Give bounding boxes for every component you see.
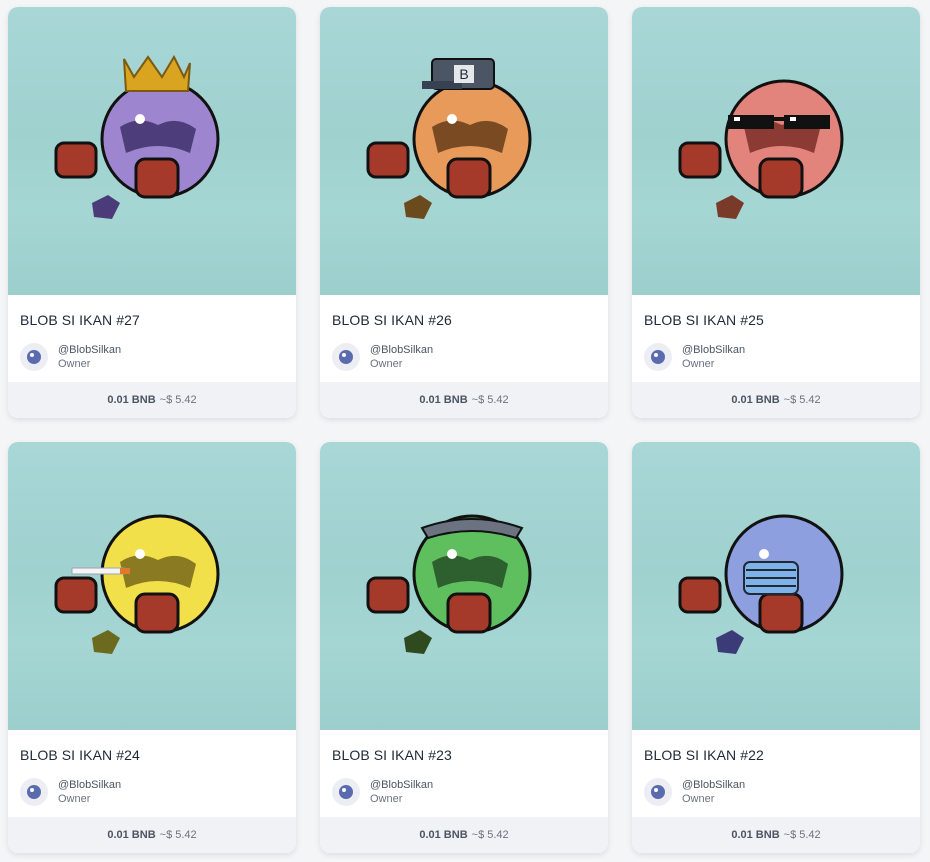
price-fiat: ~$ 5.42 — [471, 394, 509, 406]
owner-handle[interactable]: @BlobSilkan — [58, 778, 121, 792]
owner-row[interactable]: @BlobSilkan Owner — [332, 343, 596, 371]
nft-card[interactable]: BLOB SI IKAN #22 @BlobSilkan Owner 0.01 … — [632, 442, 920, 853]
blob-avatar-icon — [339, 350, 353, 364]
owner-role: Owner — [682, 358, 715, 370]
avatar[interactable] — [332, 343, 360, 371]
blob-avatar-icon — [27, 785, 41, 799]
owner-handle[interactable]: @BlobSilkan — [682, 778, 745, 792]
price-bar: 0.01 BNB ~$ 5.42 — [632, 817, 920, 853]
price-fiat: ~$ 5.42 — [783, 394, 821, 406]
owner-handle[interactable]: @BlobSilkan — [58, 343, 121, 357]
blob-art — [54, 54, 220, 219]
nft-card[interactable]: BLOB SI IKAN #24 @BlobSilkan Owner 0.01 … — [8, 442, 296, 853]
price-bnb: 0.01 BNB — [731, 394, 780, 406]
owner-row[interactable]: @BlobSilkan Owner — [644, 778, 908, 806]
price-bnb: 0.01 BNB — [419, 829, 468, 841]
avatar[interactable] — [20, 343, 48, 371]
price-bar: 0.01 BNB ~$ 5.42 — [8, 817, 296, 853]
price-bar: 0.01 BNB ~$ 5.42 — [632, 382, 920, 418]
nft-title[interactable]: BLOB SI IKAN #22 — [644, 746, 908, 764]
owner-role: Owner — [58, 793, 91, 805]
nft-title[interactable]: BLOB SI IKAN #23 — [332, 746, 596, 764]
avatar[interactable] — [20, 778, 48, 806]
blob-art — [54, 514, 220, 654]
price-bnb: 0.01 BNB — [107, 829, 156, 841]
owner-row[interactable]: @BlobSilkan Owner — [20, 343, 284, 371]
blob-art — [678, 514, 844, 654]
avatar[interactable] — [332, 778, 360, 806]
price-fiat: ~$ 5.42 — [783, 829, 821, 841]
blob-art: B — [366, 58, 532, 219]
owner-row[interactable]: @BlobSilkan Owner — [332, 778, 596, 806]
nft-image[interactable]: B — [320, 7, 608, 295]
owner-handle[interactable]: @BlobSilkan — [370, 343, 433, 357]
owner-handle[interactable]: @BlobSilkan — [682, 343, 745, 357]
price-bar: 0.01 BNB ~$ 5.42 — [8, 382, 296, 418]
avatar[interactable] — [644, 778, 672, 806]
owner-handle[interactable]: @BlobSilkan — [370, 778, 433, 792]
owner-role: Owner — [682, 793, 715, 805]
nft-image[interactable] — [320, 442, 608, 730]
owner-role: Owner — [370, 358, 403, 370]
nft-title[interactable]: BLOB SI IKAN #24 — [20, 746, 284, 764]
nft-title[interactable]: BLOB SI IKAN #25 — [644, 311, 908, 329]
nft-image[interactable] — [632, 442, 920, 730]
price-bnb: 0.01 BNB — [419, 394, 468, 406]
blob-avatar-icon — [651, 350, 665, 364]
owner-row[interactable]: @BlobSilkan Owner — [644, 343, 908, 371]
nft-card[interactable]: BLOB SI IKAN #25 @BlobSilkan Owner 0.01 … — [632, 7, 920, 418]
nft-card[interactable]: BLOB SI IKAN #23 @BlobSilkan Owner 0.01 … — [320, 442, 608, 853]
blob-avatar-icon — [339, 785, 353, 799]
price-fiat: ~$ 5.42 — [159, 394, 197, 406]
svg-text:B: B — [459, 66, 468, 82]
price-bnb: 0.01 BNB — [731, 829, 780, 841]
nft-title[interactable]: BLOB SI IKAN #26 — [332, 311, 596, 329]
price-fiat: ~$ 5.42 — [159, 829, 197, 841]
price-fiat: ~$ 5.42 — [471, 829, 509, 841]
nft-image[interactable] — [8, 442, 296, 730]
price-bar: 0.01 BNB ~$ 5.42 — [320, 817, 608, 853]
nft-title[interactable]: BLOB SI IKAN #27 — [20, 311, 284, 329]
blob-avatar-icon — [27, 350, 41, 364]
owner-role: Owner — [370, 793, 403, 805]
avatar[interactable] — [644, 343, 672, 371]
price-bnb: 0.01 BNB — [107, 394, 156, 406]
nft-image[interactable] — [632, 7, 920, 295]
blob-avatar-icon — [651, 785, 665, 799]
nft-card[interactable]: B BLOB SI IKAN #26 @BlobSilkan Owner 0.0… — [320, 7, 608, 418]
owner-role: Owner — [58, 358, 91, 370]
nft-grid: BLOB SI IKAN #27 @BlobSilkan Owner 0.01 … — [8, 7, 920, 853]
owner-row[interactable]: @BlobSilkan Owner — [20, 778, 284, 806]
blob-art — [366, 514, 532, 654]
nft-card[interactable]: BLOB SI IKAN #27 @BlobSilkan Owner 0.01 … — [8, 7, 296, 418]
nft-image[interactable] — [8, 7, 296, 295]
blob-art — [678, 79, 844, 219]
price-bar: 0.01 BNB ~$ 5.42 — [320, 382, 608, 418]
